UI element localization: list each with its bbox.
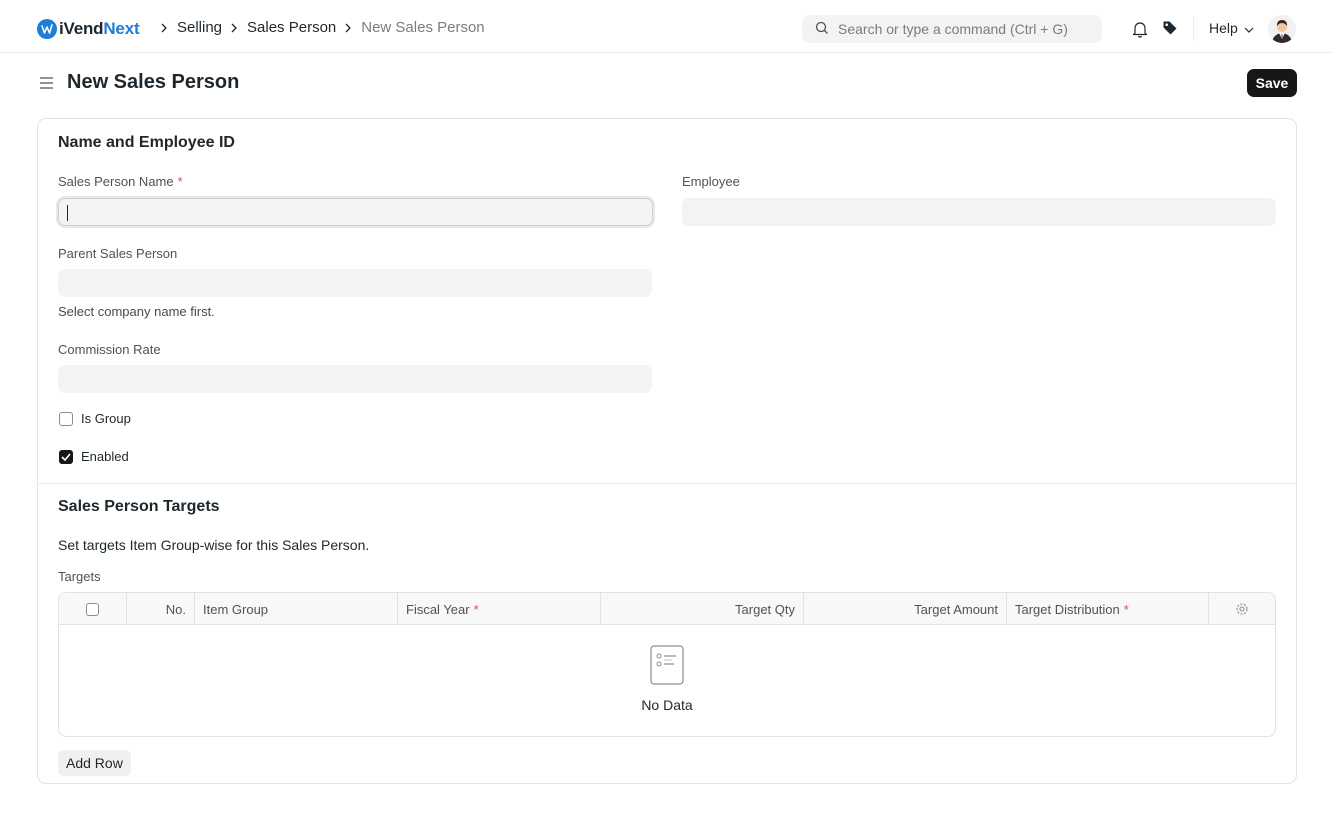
parent-sales-person-help: Select company name first. [58, 304, 215, 319]
parent-sales-person-input[interactable] [58, 269, 652, 297]
breadcrumb: Selling Sales Person New Sales Person [152, 19, 485, 36]
sales-person-name-input[interactable] [58, 198, 653, 226]
check-icon [61, 452, 71, 461]
enabled-label: Enabled [81, 449, 129, 464]
section-title-name-employee: Name and Employee ID [58, 134, 235, 151]
is-group-label: Is Group [81, 411, 131, 426]
section-title-targets: Sales Person Targets [58, 498, 220, 515]
chevron-right-icon [225, 23, 242, 33]
enabled-checkbox[interactable] [59, 449, 73, 464]
navbar: iVendNext Selling Sales Person New Sales… [0, 0, 1332, 53]
required-mark: * [177, 174, 183, 189]
sidebar-toggle-icon[interactable] [39, 76, 54, 93]
chevron-down-icon [1238, 20, 1254, 36]
gear-icon[interactable] [1235, 602, 1249, 616]
chevron-right-icon [339, 23, 356, 33]
add-row-button[interactable]: Add Row [58, 750, 131, 776]
targets-table: No. Item Group Fiscal Year * Target Qty T… [58, 592, 1276, 737]
commission-rate-label: Commission Rate [58, 342, 161, 357]
is-group-checkbox[interactable] [59, 411, 73, 426]
column-no: No. [127, 593, 195, 625]
employee-label: Employee [682, 174, 740, 189]
app-logo[interactable]: iVendNext [37, 19, 140, 39]
help-dropdown[interactable]: Help [1209, 20, 1254, 36]
column-target-qty: Target Qty [601, 593, 804, 625]
column-target-distribution: Target Distribution * [1007, 593, 1209, 625]
empty-list-icon [650, 645, 684, 685]
employee-input[interactable] [682, 198, 1276, 226]
column-target-amount: Target Amount [804, 593, 1007, 625]
table-header: No. Item Group Fiscal Year * Target Qty T… [59, 593, 1275, 625]
help-label: Help [1209, 20, 1238, 36]
parent-sales-person-label: Parent Sales Person [58, 246, 178, 261]
tag-icon[interactable] [1162, 20, 1178, 39]
breadcrumb-selling[interactable]: Selling [177, 19, 222, 36]
select-all-cell [59, 593, 127, 625]
avatar[interactable] [1268, 15, 1296, 43]
breadcrumb-current: New Sales Person [361, 19, 485, 36]
chevron-right-icon [155, 23, 172, 33]
navbar-divider [1193, 17, 1194, 41]
search-bar[interactable]: Search or type a command (Ctrl + G) [802, 15, 1102, 43]
targets-description: Set targets Item Group-wise for this Sal… [58, 537, 370, 553]
commission-rate-input[interactable] [58, 365, 652, 393]
text-caret [67, 205, 68, 221]
breadcrumb-sales-person[interactable]: Sales Person [247, 19, 336, 36]
empty-state: No Data [59, 645, 1275, 713]
section-divider [38, 483, 1296, 484]
targets-label: Targets [58, 569, 101, 584]
logo-icon [37, 19, 57, 39]
logo-text: iVendNext [59, 19, 140, 38]
column-settings[interactable] [1209, 593, 1275, 625]
column-fiscal-year: Fiscal Year * [398, 593, 601, 625]
page-title: New Sales Person [67, 71, 240, 93]
is-group-checkbox-row[interactable]: Is Group [59, 411, 131, 426]
save-button[interactable]: Save [1247, 69, 1297, 97]
column-item-group: Item Group [195, 593, 398, 625]
search-input[interactable]: Search or type a command (Ctrl + G) [838, 21, 1068, 37]
bell-icon[interactable] [1132, 20, 1148, 41]
form-card: Name and Employee ID Sales Person Name * … [37, 118, 1297, 784]
select-all-checkbox[interactable] [86, 602, 99, 616]
enabled-checkbox-row[interactable]: Enabled [59, 449, 129, 464]
sales-person-name-label: Sales Person Name * [58, 174, 183, 189]
search-icon [815, 21, 829, 38]
no-data-text: No Data [641, 697, 693, 713]
